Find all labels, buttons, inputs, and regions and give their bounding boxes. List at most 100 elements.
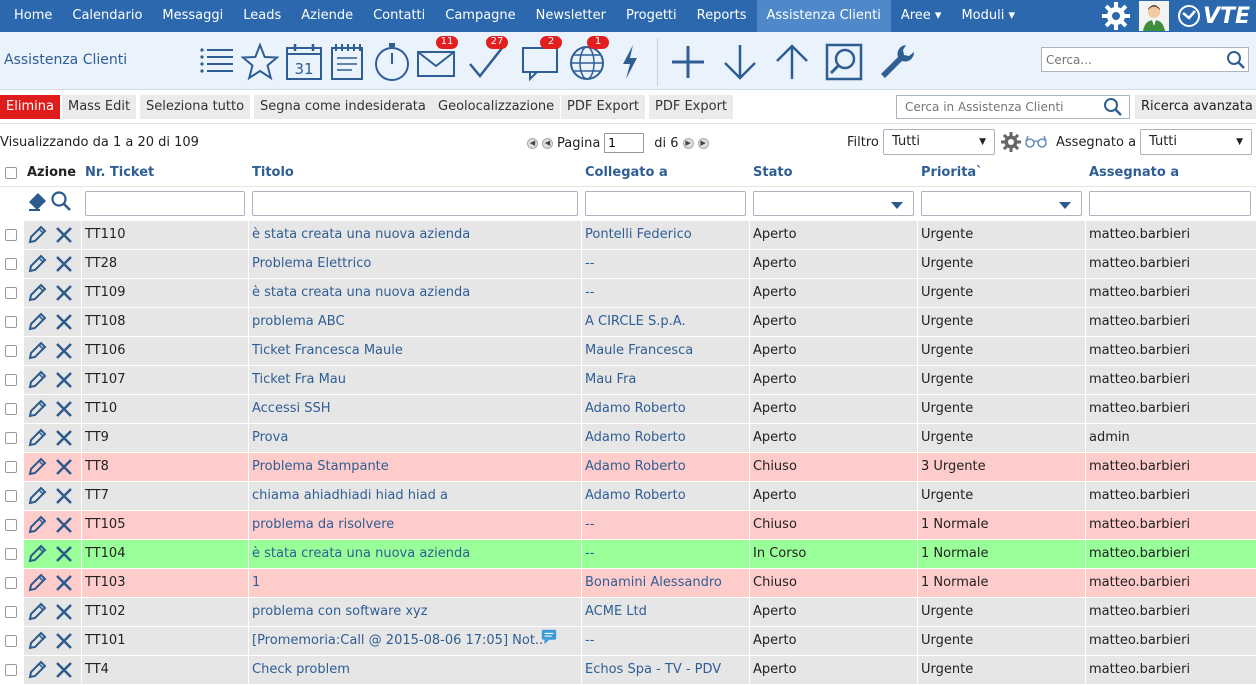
nav-item-calendario[interactable]: Calendario <box>62 0 152 32</box>
lightning-icon[interactable] <box>615 42 645 82</box>
filter-select[interactable]: Tutti ▼ <box>883 129 995 155</box>
cell-titolo[interactable]: Ticket Fra Mau <box>252 366 542 394</box>
edit-pencil-icon[interactable] <box>27 225 47 245</box>
row-checkbox[interactable] <box>5 635 17 647</box>
cell-collegato[interactable]: -- <box>585 540 746 568</box>
cell-titolo[interactable]: Prova <box>252 424 542 452</box>
edit-pencil-icon[interactable] <box>27 660 47 680</box>
cell-titolo[interactable]: Problema Stampante <box>252 453 542 481</box>
delete-x-icon[interactable] <box>54 283 74 303</box>
delete-x-icon[interactable] <box>54 486 74 506</box>
cell-collegato[interactable]: Mau Fra <box>585 366 746 394</box>
chat-button[interactable]: 2 <box>520 36 562 82</box>
filter-ticket-input[interactable] <box>85 191 245 216</box>
module-search-input[interactable] <box>896 95 1130 119</box>
nav-item-assistenza-clienti[interactable]: Assistenza Clienti <box>756 0 891 32</box>
row-checkbox[interactable] <box>5 287 17 299</box>
delete-x-icon[interactable] <box>54 428 74 448</box>
table-row[interactable]: TT9 Prova Adamo Roberto Aperto Urgente admin <box>0 424 1256 453</box>
cell-titolo[interactable]: è stata creata una nuova azienda <box>252 221 542 249</box>
nav-item-contatti[interactable]: Contatti <box>363 0 435 32</box>
row-checkbox[interactable] <box>5 519 17 531</box>
row-checkbox[interactable] <box>5 490 17 502</box>
mark-spam-button[interactable]: Segna come indesiderata <box>254 95 432 119</box>
cell-collegato[interactable]: Adamo Roberto <box>585 482 746 510</box>
table-row[interactable]: TT107 Ticket Fra Mau Mau Fra Aperto Urgente m… <box>0 366 1256 395</box>
cell-titolo[interactable]: 1 <box>252 569 542 597</box>
header-titolo[interactable]: Titolo <box>252 161 294 187</box>
delete-x-icon[interactable] <box>54 573 74 593</box>
header-priorita[interactable]: Priorita` <box>921 161 983 187</box>
nav-item-reports[interactable]: Reports <box>687 0 757 32</box>
header-assegnato[interactable]: Assegnato a <box>1089 161 1179 187</box>
table-row[interactable]: TT106 Ticket Francesca Maule Maule Frances… <box>0 337 1256 366</box>
cell-titolo[interactable]: è stata creata una nuova azienda <box>252 540 542 568</box>
cell-collegato[interactable]: A CIRCLE S.p.A. <box>585 308 746 336</box>
edit-pencil-icon[interactable] <box>27 631 47 651</box>
row-checkbox[interactable] <box>5 664 17 676</box>
delete-button[interactable]: Elimina <box>0 95 60 119</box>
row-checkbox[interactable] <box>5 548 17 560</box>
add-plus-icon[interactable] <box>668 42 708 82</box>
delete-x-icon[interactable] <box>54 341 74 361</box>
global-search-input[interactable] <box>1041 47 1249 72</box>
cell-collegato[interactable]: Bonamini Alessandro <box>585 569 746 597</box>
list-view-icon[interactable] <box>197 42 237 82</box>
header-stato[interactable]: Stato <box>753 161 793 187</box>
row-checkbox[interactable] <box>5 606 17 618</box>
edit-pencil-icon[interactable] <box>27 312 47 332</box>
favorites-star-icon[interactable] <box>240 42 280 82</box>
nav-item-messaggi[interactable]: Messaggi <box>152 0 233 32</box>
row-checkbox[interactable] <box>5 229 17 241</box>
delete-x-icon[interactable] <box>54 515 74 535</box>
nav-item-aree[interactable]: Aree ▾ <box>891 0 952 32</box>
edit-pencil-icon[interactable] <box>27 486 47 506</box>
table-row[interactable]: TT104 è stata creata una nuova azienda -- I… <box>0 540 1256 569</box>
find-duplicates-icon[interactable] <box>824 42 864 82</box>
edit-pencil-icon[interactable] <box>27 602 47 622</box>
module-search-icon[interactable] <box>1103 97 1123 117</box>
cell-collegato[interactable]: Adamo Roberto <box>585 453 746 481</box>
assigned-filter-select[interactable]: Tutti ▼ <box>1140 129 1252 155</box>
row-checkbox[interactable] <box>5 577 17 589</box>
wrench-settings-icon[interactable] <box>876 42 916 82</box>
messages-button[interactable]: 11 <box>416 36 458 82</box>
header-collegato[interactable]: Collegato a <box>585 161 668 187</box>
cell-collegato[interactable]: ACME Ltd <box>585 598 746 626</box>
calendar-icon[interactable]: 31 <box>284 42 324 82</box>
edit-pencil-icon[interactable] <box>27 457 47 477</box>
web-button[interactable]: 1 <box>567 36 609 82</box>
delete-x-icon[interactable] <box>54 399 74 419</box>
table-row[interactable]: TT108 problema ABC A CIRCLE S.p.A. Aperto Ur… <box>0 308 1256 337</box>
cell-collegato[interactable]: -- <box>585 279 746 307</box>
table-row[interactable]: TT28 Problema Elettrico -- Aperto Urgente mat… <box>0 250 1256 279</box>
row-checkbox[interactable] <box>5 374 17 386</box>
pdf-export-button-1[interactable]: PDF Export <box>561 95 646 119</box>
cell-collegato[interactable]: Maule Francesca <box>585 337 746 365</box>
table-row[interactable]: TT109 è stata creata una nuova azienda -- A… <box>0 279 1256 308</box>
nav-item-campagne[interactable]: Campagne <box>435 0 525 32</box>
geolocation-button[interactable]: Geolocalizzazione <box>432 95 561 119</box>
nav-item-newsletter[interactable]: Newsletter <box>526 0 616 32</box>
edit-pencil-icon[interactable] <box>27 573 47 593</box>
nav-item-aziende[interactable]: Aziende <box>291 0 363 32</box>
cell-collegato[interactable]: Adamo Roberto <box>585 424 746 452</box>
tasks-button[interactable]: 27 <box>466 36 508 82</box>
table-row[interactable]: TT7 chiama ahiadhiadi hiad hiad a Adamo Ro… <box>0 482 1256 511</box>
filter-stato-select[interactable] <box>753 191 914 216</box>
delete-x-icon[interactable] <box>54 312 74 332</box>
nav-item-home[interactable]: Home <box>0 0 62 32</box>
delete-x-icon[interactable] <box>54 254 74 274</box>
delete-x-icon[interactable] <box>54 370 74 390</box>
select-all-button[interactable]: Seleziona tutto <box>140 95 251 119</box>
edit-pencil-icon[interactable] <box>27 370 47 390</box>
export-arrow-up-icon[interactable] <box>772 42 812 82</box>
select-all-checkbox[interactable] <box>5 167 17 179</box>
cell-titolo[interactable]: [Promemoria:Call @ 2015-08-06 17:05] Not… <box>252 627 542 655</box>
cell-titolo[interactable]: Problema Elettrico <box>252 250 542 278</box>
cell-titolo[interactable]: Ticket Francesca Maule <box>252 337 542 365</box>
row-checkbox[interactable] <box>5 403 17 415</box>
header-ticket[interactable]: Nr. Ticket <box>85 161 154 187</box>
cell-collegato[interactable]: Pontelli Federico <box>585 221 746 249</box>
cell-titolo[interactable]: Accessi SSH <box>252 395 542 423</box>
